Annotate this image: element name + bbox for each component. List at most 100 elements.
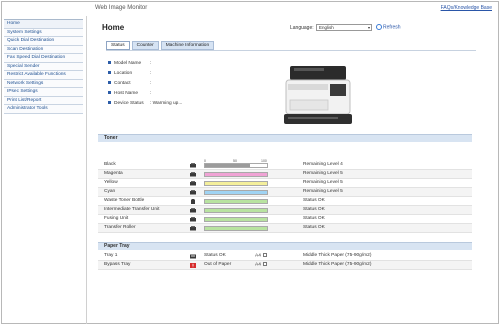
table-row: Tray 1 Status OK A4 Middle Thick Paper (…: [98, 252, 472, 261]
tray-status: Status OK: [204, 253, 226, 258]
tray-paper-type: Middle Thick Paper (75-90g/m2): [303, 262, 372, 267]
waste-bottle-icon: [191, 198, 195, 204]
table-row: Magenta Remaining Level 5: [98, 170, 472, 179]
tab-counter[interactable]: Counter: [131, 41, 159, 50]
info-value: :: [150, 61, 152, 66]
bullet-icon: [108, 91, 111, 95]
tab-status[interactable]: Status: [106, 41, 130, 50]
language-label: Language:: [290, 25, 314, 31]
sidebar-item-system-settings[interactable]: System Settings: [4, 28, 83, 37]
bullet-icon: [108, 61, 111, 65]
info-value: :: [150, 91, 152, 96]
sidebar-item-quick-dial[interactable]: Quick Dial Destination: [4, 37, 83, 46]
tray-status: Out of Paper: [204, 262, 232, 267]
level-bar-fill: [205, 190, 267, 194]
table-row: Transfer Roller Status OK: [98, 224, 472, 233]
top-bar: Web Image Monitor FAQs/Knowledge Base: [2, 2, 498, 15]
supply-status: Remaining Level 5: [303, 171, 343, 176]
tray-name: Tray 1: [104, 253, 118, 258]
faq-link[interactable]: FAQs/Knowledge Base: [441, 5, 492, 11]
tray-paper-type: Middle Thick Paper (75-90g/m2): [303, 253, 372, 258]
language-select[interactable]: English ▾: [316, 24, 372, 31]
toner-cartridge-icon: [190, 180, 196, 185]
paper-checkbox[interactable]: [262, 262, 267, 266]
refresh-link[interactable]: Refresh: [376, 24, 401, 30]
tab-machine-information[interactable]: Machine Information: [160, 41, 215, 50]
info-label: Contact: [114, 81, 131, 86]
paper-checkbox[interactable]: [262, 253, 267, 257]
sidebar-item-scan-destination[interactable]: Scan Destination: [4, 45, 83, 54]
table-row: Black Remaining Level 4: [98, 161, 472, 170]
tray-size: A4: [255, 262, 267, 267]
info-row-host-name: Host Name:: [108, 89, 182, 99]
level-bar-fill: [205, 226, 267, 230]
toner-cartridge-icon: [190, 162, 196, 167]
supply-status: Remaining Level 5: [303, 189, 343, 194]
supply-status: Status OK: [303, 216, 325, 221]
supply-name: Fusing Unit: [104, 216, 129, 221]
level-bar: [204, 198, 268, 204]
sidebar-item-restrict-functions[interactable]: Restrict Available Functions: [4, 71, 83, 80]
chevron-down-icon: ▾: [367, 25, 370, 30]
table-row: Bypass Tray Out of Paper A4 Middle Thick…: [98, 261, 472, 270]
printer-image: [284, 66, 352, 124]
level-bar-fill: [205, 208, 267, 212]
bullet-icon: [108, 101, 111, 105]
level-bar: [204, 180, 268, 186]
sidebar-item-network-settings[interactable]: Network Settings: [4, 79, 83, 88]
browser-frame: Web Image Monitor FAQs/Knowledge Base Ho…: [1, 1, 499, 324]
table-row: Intermediate Transfer Unit Status OK: [98, 206, 472, 215]
sidebar-item-special-sender[interactable]: Special Sender: [4, 62, 83, 71]
level-bar-fill: [205, 199, 267, 203]
level-bar-fill: [205, 217, 267, 221]
info-row-device-status: Device Status: Warming up...: [108, 99, 182, 109]
supply-name: Magenta: [104, 171, 123, 176]
tab-underline: [106, 50, 476, 51]
supply-status: Remaining Level 4: [303, 162, 343, 167]
info-row-model-name: Model Name:: [108, 59, 182, 69]
language-select-value: English: [319, 25, 334, 30]
refresh-icon: [376, 24, 382, 30]
supply-status: Remaining Level 5: [303, 180, 343, 185]
info-value: :: [150, 81, 152, 86]
sidebar-item-administrator-tools[interactable]: Administrator Tools: [4, 105, 83, 114]
supply-status: Status OK: [303, 225, 325, 230]
info-value: : Warming up...: [150, 101, 183, 106]
table-row: Waste Toner Bottle Status OK: [98, 197, 472, 206]
toner-section-header: Toner: [98, 134, 472, 142]
supply-name: Intermediate Transfer Unit: [104, 207, 160, 212]
supply-status: Status OK: [303, 207, 325, 212]
info-row-location: Location:: [108, 69, 182, 79]
level-bar-fill: [205, 181, 267, 185]
app-title: Web Image Monitor: [95, 5, 148, 11]
level-bar: [204, 162, 268, 168]
sidebar-item-fax-speed-dial[interactable]: Fax Speed Dial Destination: [4, 54, 83, 63]
device-info-list: Model Name: Location: Contact: Host Name…: [108, 59, 182, 109]
sidebar-item-print-list-report[interactable]: Print List/Report: [4, 96, 83, 105]
info-row-contact: Contact:: [108, 79, 182, 89]
bullet-icon: [108, 71, 111, 75]
level-bar: [204, 189, 268, 195]
tray-size: A4: [255, 253, 267, 258]
sidebar-menu: Home System Settings Quick Dial Destinat…: [4, 19, 83, 114]
info-value: :: [150, 71, 152, 76]
supply-name: Transfer Roller: [104, 225, 136, 230]
table-row: Yellow Remaining Level 5: [98, 179, 472, 188]
refresh-label: Refresh: [383, 24, 401, 31]
tray-error-icon: [190, 262, 196, 268]
info-label: Model Name: [114, 61, 142, 66]
supply-name: Cyan: [104, 189, 116, 194]
table-row: Fusing Unit Status OK: [98, 215, 472, 224]
unit-icon: [190, 216, 196, 221]
sidebar-item-ipsec-settings[interactable]: IPsec Settings: [4, 88, 83, 97]
info-label: Location: [114, 71, 133, 76]
supply-status: Status OK: [303, 198, 325, 203]
tray-ok-icon: [190, 254, 196, 258]
info-label: Host Name: [114, 91, 138, 96]
level-bar: [204, 171, 268, 177]
sidebar-divider: [86, 16, 87, 324]
level-bar: [204, 216, 268, 222]
bullet-icon: [108, 81, 111, 85]
level-bar-fill: [205, 163, 250, 167]
sidebar-item-home[interactable]: Home: [4, 20, 83, 29]
